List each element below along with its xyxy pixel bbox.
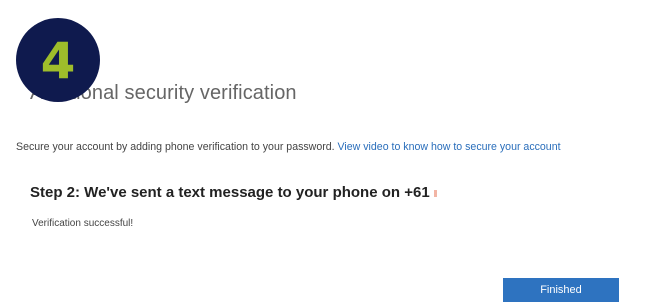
step-number: 4	[40, 32, 76, 90]
redacted-phone-number	[433, 189, 437, 197]
intro-text: Secure your account by adding phone veri…	[16, 141, 335, 153]
step-heading: Step 2: We've sent a text message to you…	[30, 184, 437, 201]
verification-status: Verification successful!	[32, 218, 134, 229]
step-heading-text: Step 2: We've sent a text message to you…	[30, 184, 430, 201]
intro-line: Secure your account by adding phone veri…	[16, 141, 561, 153]
finished-button[interactable]: Finished	[503, 278, 619, 302]
step-number-badge: 4	[16, 18, 100, 102]
secure-account-video-link[interactable]: View video to know how to secure your ac…	[338, 141, 561, 153]
